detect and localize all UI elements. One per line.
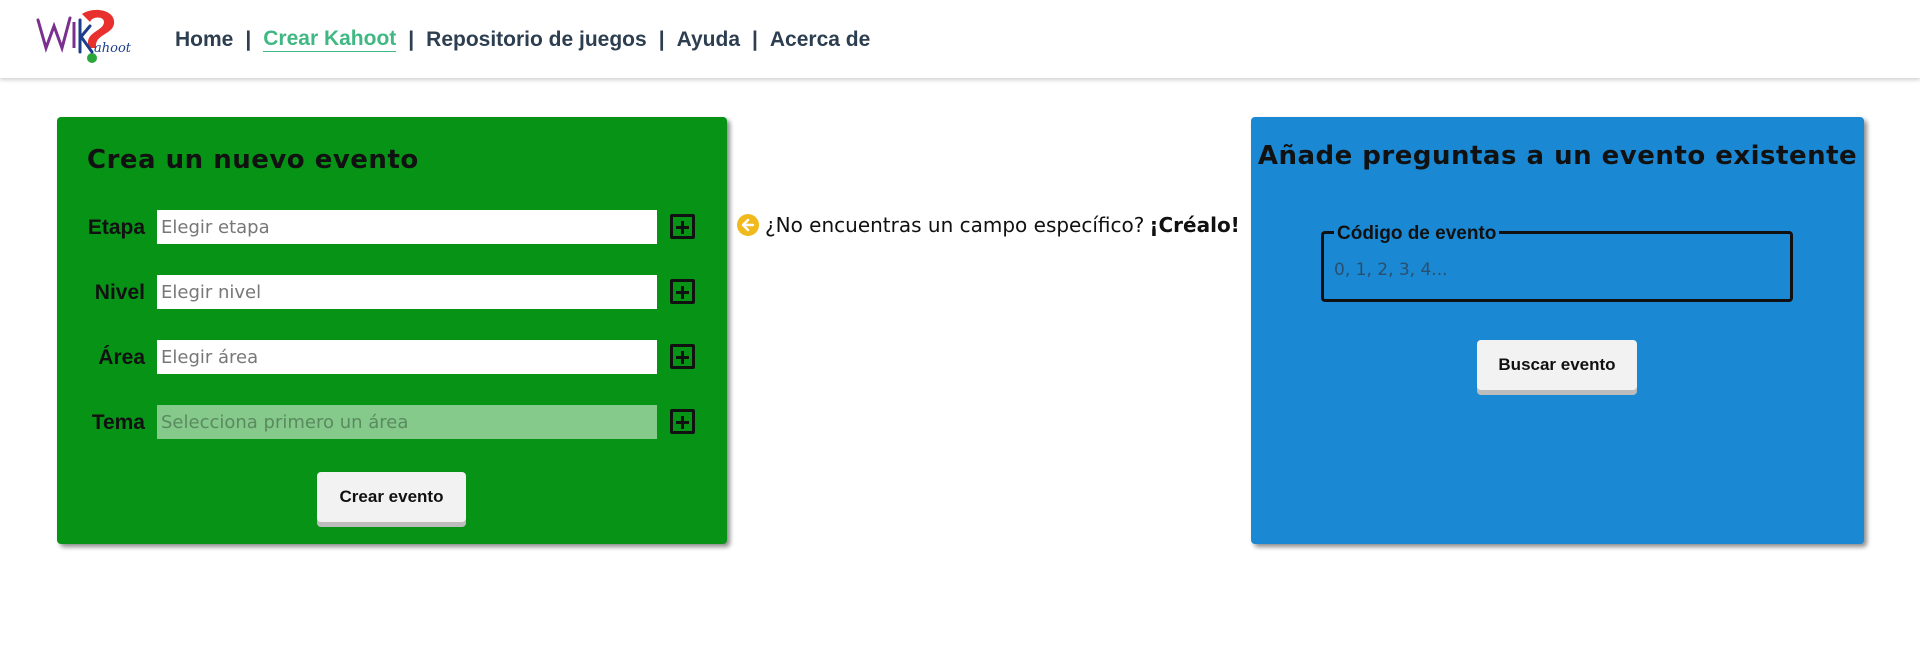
nav-ayuda[interactable]: Ayuda [677,28,740,52]
add-nivel-plus-icon[interactable] [670,279,695,304]
add-etapa-plus-icon[interactable] [670,214,695,239]
create-event-title: Crea un nuevo evento [87,145,419,175]
nav-separator: | [245,27,252,51]
tema-label: Tema [91,411,145,434]
nav-crear-kahoot[interactable]: Crear Kahoot [263,27,397,52]
nivel-label: Nivel [94,281,145,304]
top-navbar: ahoot Home | Crear Kahoot | Repositorio … [0,0,1920,78]
crear-evento-button[interactable]: Crear evento [317,472,466,522]
nav-repositorio[interactable]: Repositorio de juegos [426,28,647,52]
etapa-input[interactable] [157,210,657,244]
nav-acerca-de[interactable]: Acerca de [770,28,870,52]
wikahoot-logo[interactable]: ahoot [36,8,140,70]
nav-separator: | [658,27,665,51]
nav-home[interactable]: Home [175,28,233,52]
existing-event-title: Añade preguntas a un evento existente [1257,141,1858,171]
buscar-evento-button[interactable]: Buscar evento [1477,340,1637,390]
nav-separator: | [752,27,758,51]
area-input[interactable] [157,340,657,374]
create-field-hint: ¿No encuentras un campo específico? ¡Cré… [737,213,1240,237]
etapa-label: Etapa [87,216,145,239]
event-code-input[interactable] [1334,256,1774,284]
area-label: Área [98,346,145,369]
arrow-left-circle-icon [737,214,759,236]
nav-separator: | [408,27,415,51]
tema-input[interactable] [157,405,657,439]
nivel-input[interactable] [157,275,657,309]
create-event-panel: Crea un nuevo evento Etapa Nivel Área Te… [57,117,727,544]
add-tema-plus-icon[interactable] [670,409,695,434]
svg-text:ahoot: ahoot [94,41,132,56]
existing-event-panel: Añade preguntas a un evento existente Có… [1251,117,1864,544]
event-code-fieldset: Código de evento [1321,223,1793,302]
add-area-plus-icon[interactable] [670,344,695,369]
hint-cta-link[interactable]: ¡Créalo! [1149,213,1239,237]
main-nav: Home | Crear Kahoot | Repositorio de jue… [175,27,870,52]
event-code-legend: Código de evento [1334,223,1500,245]
hint-text: ¿No encuentras un campo específico? [765,213,1145,237]
